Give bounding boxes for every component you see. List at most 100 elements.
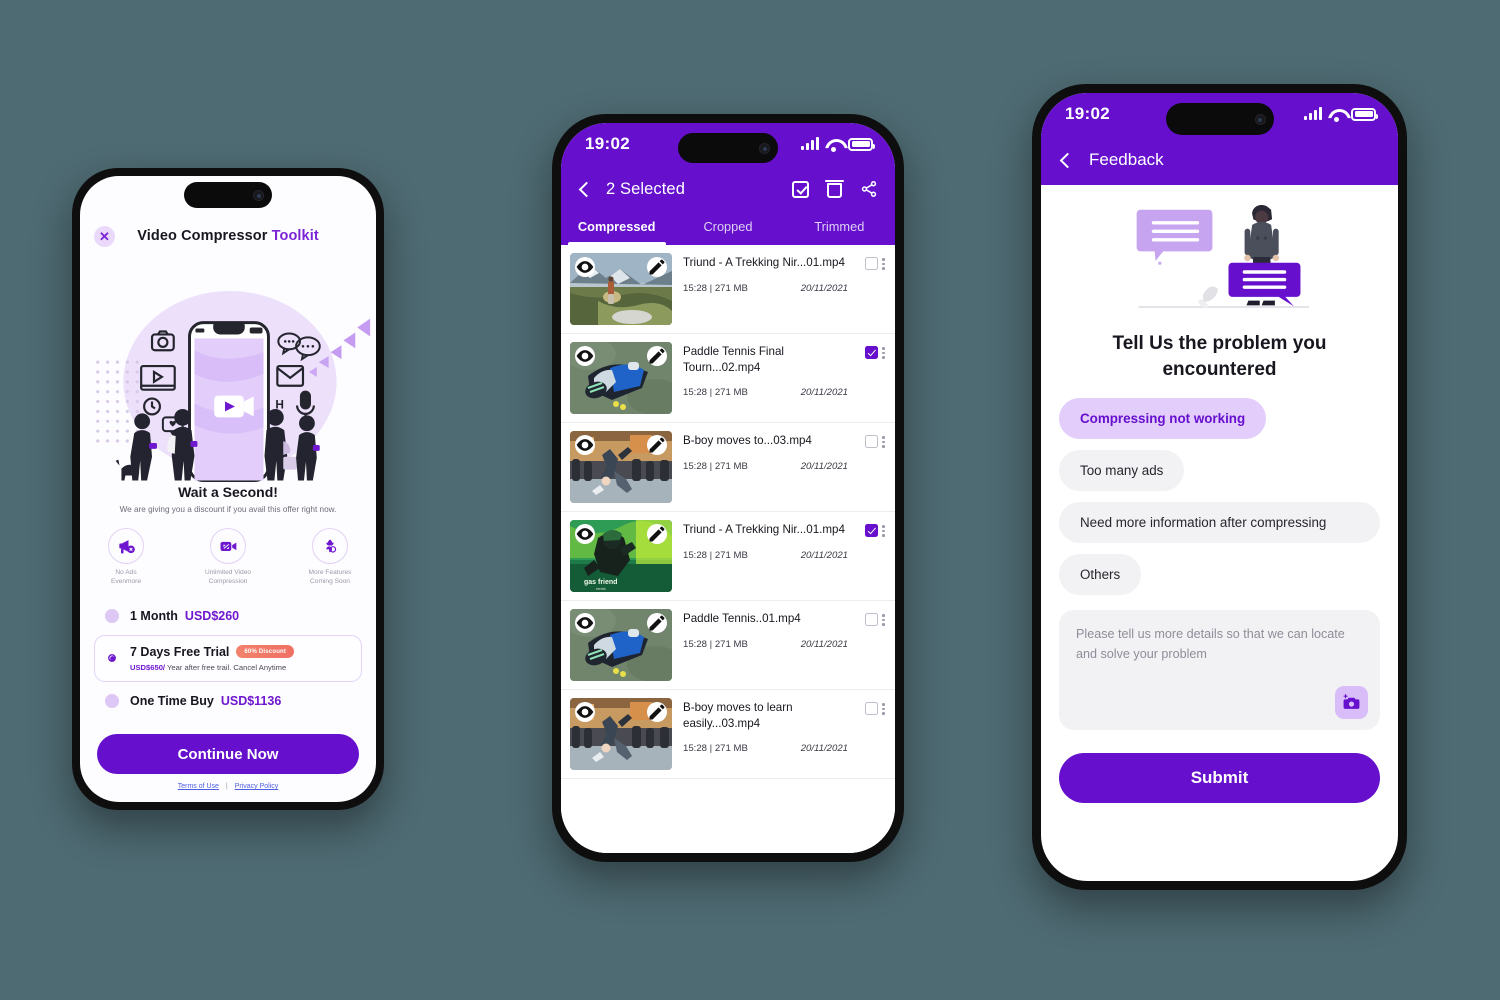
video-meta: 15:28 | 271 MB	[683, 460, 748, 472]
video-compress-icon	[210, 528, 246, 564]
cellular-signal-icon	[1304, 107, 1322, 120]
video-date: 20/11/2021	[800, 549, 848, 561]
video-meta: 15:28 | 271 MB	[683, 387, 748, 399]
edit-icon[interactable]	[647, 613, 667, 633]
screenshot-stage: ✕ Video Compressor Toolkit H Wait a Seco…	[0, 0, 1500, 1000]
back-icon[interactable]	[578, 181, 595, 197]
more-options-icon[interactable]	[882, 257, 885, 270]
option-others[interactable]: Others	[1059, 554, 1142, 596]
video-thumbnail[interactable]	[570, 253, 672, 325]
more-options-icon[interactable]	[882, 435, 885, 448]
plan-name: One Time Buy	[130, 693, 214, 708]
edit-icon[interactable]	[647, 702, 667, 722]
table-row[interactable]: B-boy moves to learn easily...03.mp4 15:…	[561, 690, 895, 779]
submit-button[interactable]: Submit	[1059, 753, 1380, 804]
problem-options: Compressing not working Too many ads Nee…	[1059, 398, 1380, 596]
video-date: 20/11/2021	[800, 743, 848, 755]
row-checkbox-checked[interactable]	[865, 524, 878, 537]
camera-add-icon[interactable]	[1335, 686, 1368, 720]
privacy-policy-link[interactable]: Privacy Policy	[235, 783, 279, 790]
plan-option-1-month[interactable]: 1 Month USD$260	[94, 601, 362, 631]
table-row[interactable]: Paddle Tennis..01.mp4 15:28 | 271 MB 20/…	[561, 601, 895, 690]
video-name: Paddle Tennis Final Tourn...02.mp4	[683, 345, 784, 374]
table-row[interactable]: B-boy moves to...03.mp4 15:28 | 271 MB 2…	[561, 423, 895, 512]
video-meta: 15:28 | 271 MB	[683, 282, 748, 294]
plan-note-price: USD$650/	[130, 662, 166, 672]
table-row[interactable]: Triund - A Trekking Nir...01.mp4 15:28 |…	[561, 245, 895, 334]
delete-icon[interactable]	[825, 179, 844, 198]
offer-subheading: We are giving you a discount if you avai…	[119, 505, 337, 514]
selection-count-title: 2 Selected	[606, 179, 685, 198]
plan-list: 1 Month USD$260 7 Days Free Trial 60% Di…	[80, 601, 376, 716]
back-icon[interactable]	[1059, 152, 1076, 168]
video-date: 20/11/2021	[800, 282, 848, 294]
video-name: Triund - A Trekking Nir...01.mp4	[683, 523, 845, 536]
plan-option-one-time[interactable]: One Time Buy USD$1136	[94, 686, 362, 716]
preview-icon[interactable]	[575, 257, 595, 277]
more-options-icon[interactable]	[882, 702, 885, 715]
table-row[interactable]: Paddle Tennis Final Tourn...02.mp4 15:28…	[561, 334, 895, 423]
preview-icon[interactable]	[575, 435, 595, 455]
video-thumbnail[interactable]	[570, 431, 672, 503]
edit-icon[interactable]	[647, 257, 667, 277]
row-checkbox[interactable]	[865, 257, 878, 270]
feature-item-more-features: More Features Coming Soon	[294, 528, 366, 587]
video-name: Triund - A Trekking Nir...01.mp4	[683, 256, 845, 269]
share-icon[interactable]	[860, 180, 878, 198]
row-checkbox[interactable]	[865, 435, 878, 448]
legal-links: Terms of Use | Privacy Policy	[97, 783, 359, 790]
plan-price: USD$260	[184, 608, 240, 623]
more-options-icon[interactable]	[882, 524, 885, 537]
feature-caption: More Features Coming Soon	[308, 569, 352, 585]
video-list[interactable]: Triund - A Trekking Nir...01.mp4 15:28 |…	[561, 245, 895, 853]
cellular-signal-icon	[801, 137, 819, 150]
video-date: 20/11/2021	[800, 638, 848, 650]
select-all-icon[interactable]	[792, 180, 809, 198]
tab-trimmed[interactable]: Trimmed	[784, 213, 895, 245]
edit-icon[interactable]	[647, 346, 667, 366]
tab-bar: Compressed Cropped Trimmed	[561, 213, 895, 245]
preview-icon[interactable]	[575, 702, 595, 722]
preview-icon[interactable]	[575, 524, 595, 544]
video-thumbnail[interactable]	[570, 342, 672, 414]
feedback-illustration	[1059, 189, 1380, 327]
radio-icon-selected[interactable]	[105, 651, 119, 666]
feature-caption: Unlimited Video Compression	[204, 569, 252, 585]
tab-compressed[interactable]: Compressed	[561, 213, 672, 245]
edit-icon[interactable]	[647, 524, 667, 544]
video-date: 20/11/2021	[800, 387, 848, 399]
dynamic-island	[184, 182, 272, 208]
radio-icon[interactable]	[105, 608, 119, 623]
feedback-heading: Tell Us the problem you encountered	[1112, 333, 1327, 380]
video-thumbnail[interactable]	[570, 609, 672, 681]
plan-option-free-trial[interactable]: 7 Days Free Trial 60% Discount USD$650/ …	[94, 634, 362, 682]
radio-icon[interactable]	[105, 693, 119, 708]
more-options-icon[interactable]	[882, 346, 885, 359]
edit-icon[interactable]	[647, 435, 667, 455]
row-checkbox[interactable]	[865, 613, 878, 626]
row-checkbox-checked[interactable]	[865, 346, 878, 359]
plan-price: USD$1136	[220, 693, 282, 708]
close-button[interactable]: ✕	[94, 225, 115, 247]
video-thumbnail[interactable]: gas friend remix	[570, 520, 672, 592]
table-row[interactable]: gas friend remix Triund - A Trekking Nir…	[561, 512, 895, 601]
tab-cropped[interactable]: Cropped	[672, 213, 783, 245]
feature-list: No Ads Evenmore Unlimited Video Compressio…	[80, 528, 376, 587]
more-features-icon	[312, 528, 348, 564]
details-textarea[interactable]: Please tell us more details so that we c…	[1059, 610, 1380, 731]
details-placeholder: Please tell us more details so that we c…	[1076, 627, 1345, 661]
option-need-more-information[interactable]: Need more information after compressing	[1059, 502, 1380, 544]
option-too-many-ads[interactable]: Too many ads	[1059, 450, 1185, 492]
video-name: Paddle Tennis..01.mp4	[683, 612, 801, 625]
preview-icon[interactable]	[575, 346, 595, 366]
terms-of-use-link[interactable]: Terms of Use	[178, 783, 219, 790]
row-checkbox[interactable]	[865, 702, 878, 715]
feature-caption: No Ads Evenmore	[110, 569, 142, 585]
svg-text:gas friend: gas friend	[584, 579, 617, 586]
video-meta: 15:28 | 271 MB	[683, 549, 748, 561]
option-compressing-not-working[interactable]: Compressing not working	[1059, 398, 1267, 440]
more-options-icon[interactable]	[882, 613, 885, 626]
preview-icon[interactable]	[575, 613, 595, 633]
video-thumbnail[interactable]	[570, 698, 672, 770]
continue-now-button[interactable]: Continue Now	[97, 734, 359, 774]
